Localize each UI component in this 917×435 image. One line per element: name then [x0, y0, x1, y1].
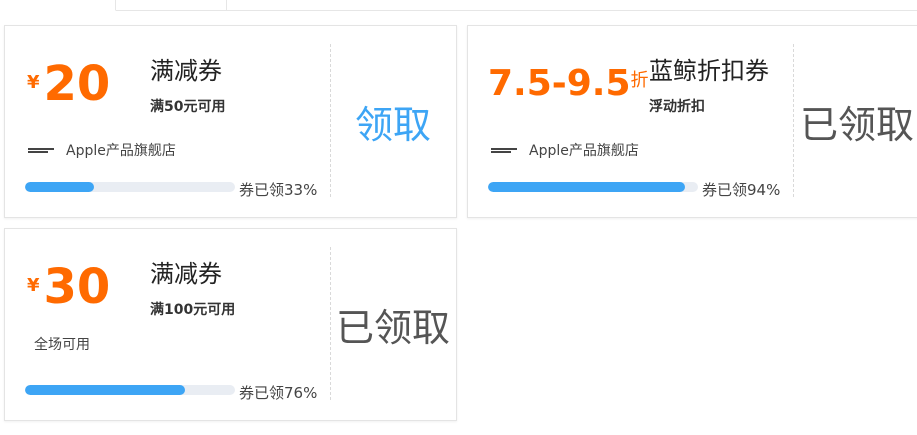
- amount-value: 20: [43, 56, 111, 112]
- claim-progress-fill: [25, 385, 185, 395]
- coupon-amount: 7.5-9.5折: [488, 60, 649, 108]
- coupon-condition: 满100元可用: [150, 302, 236, 318]
- claim-progress-fill: [25, 182, 95, 192]
- store-name[interactable]: Apple产品旗舰店: [529, 140, 639, 160]
- tab-bar: [0, 0, 917, 11]
- coupon-title: 满减券: [150, 260, 222, 288]
- apple-authorized-reseller-logo-icon: [25, 147, 54, 153]
- claimed-label: 已领取: [799, 103, 914, 147]
- tab-1[interactable]: [0, 0, 116, 11]
- claim-progress-bar: [488, 182, 698, 192]
- claim-progress-text: 券已领33%: [239, 181, 318, 199]
- tab-2[interactable]: [116, 0, 227, 10]
- coupon-card: ¥20 满减券 满50元可用 Apple产品旗舰店 券已领33% 领取: [4, 25, 457, 218]
- apple-authorized-reseller-logo-icon: [488, 147, 517, 153]
- coupon-title: 蓝鲸折扣券: [649, 57, 769, 85]
- coupon-amount: ¥20: [27, 56, 110, 112]
- claim-progress-text: 券已领94%: [702, 181, 781, 199]
- coupon-scope: 全场可用: [34, 337, 90, 353]
- coupon-card: 7.5-9.5折 蓝鲸折扣券 浮动折扣 Apple产品旗舰店 券已领94% 已领…: [467, 25, 917, 218]
- coupon-card: ¥30 满减券 满100元可用 全场可用 券已领76% 已领取: [4, 228, 457, 421]
- store-info: Apple产品旗舰店: [25, 140, 176, 160]
- claimed-label: 已领取: [335, 306, 450, 350]
- store-info: Apple产品旗舰店: [488, 140, 639, 160]
- currency-symbol: ¥: [27, 275, 40, 296]
- claim-progress-bar: [25, 385, 235, 395]
- amount-value: 7.5-9.5: [488, 63, 631, 104]
- amount-unit: 折: [630, 70, 649, 91]
- coupon-condition: 浮动折扣: [649, 99, 705, 115]
- currency-symbol: ¥: [27, 72, 40, 93]
- amount-value: 30: [43, 259, 111, 315]
- coupon-condition: 满50元可用: [150, 99, 226, 115]
- claim-progress-bar: [25, 182, 235, 192]
- claim-button[interactable]: 领取: [330, 26, 456, 217]
- coupon-title: 满减券: [150, 57, 222, 85]
- claim-progress-text: 券已领76%: [239, 384, 318, 402]
- claim-progress-fill: [488, 182, 686, 192]
- coupon-amount: ¥30: [27, 259, 110, 315]
- store-name[interactable]: Apple产品旗舰店: [66, 140, 176, 160]
